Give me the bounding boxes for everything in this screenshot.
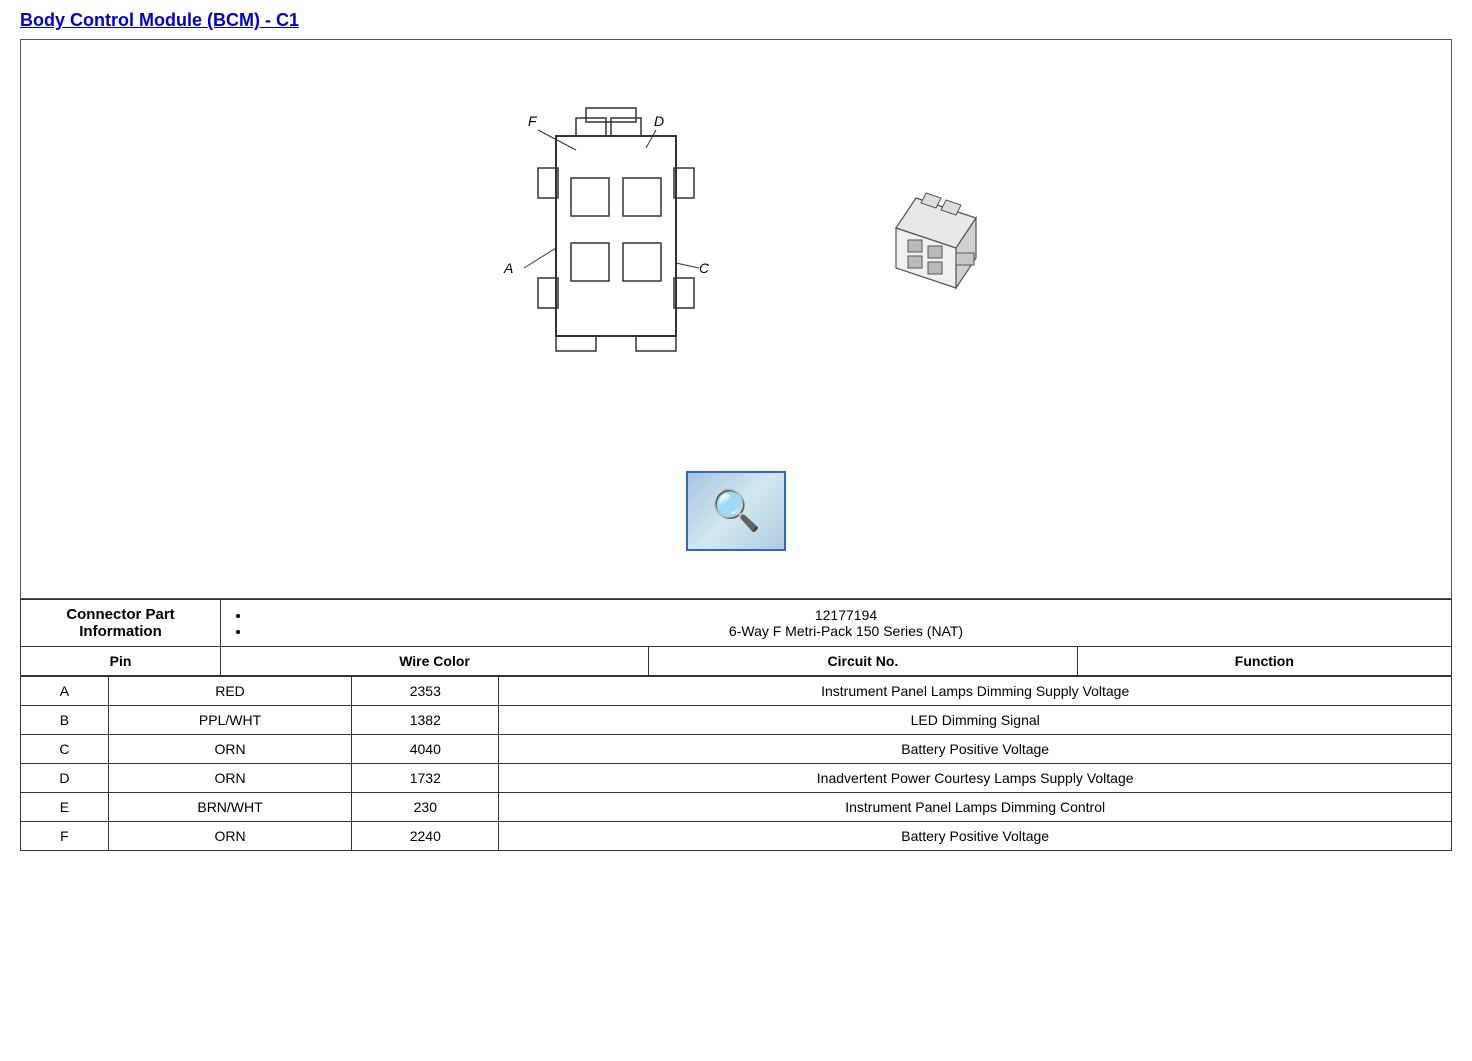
- connector-data-table: ARED2353Instrument Panel Lamps Dimming S…: [20, 676, 1452, 851]
- cell-pin: C: [21, 735, 109, 764]
- table-row: FORN2240Battery Positive Voltage: [21, 822, 1452, 851]
- cell-pin: E: [21, 793, 109, 822]
- col-header-circuit-no: Circuit No.: [649, 647, 1078, 676]
- cell-wire_color: ORN: [108, 822, 351, 851]
- cell-function: Instrument Panel Lamps Dimming Control: [499, 793, 1452, 822]
- cell-function: Inadvertent Power Courtesy Lamps Supply …: [499, 764, 1452, 793]
- cell-function: LED Dimming Signal: [499, 706, 1452, 735]
- connector-drawing: F D A C: [456, 88, 776, 431]
- svg-text:D: D: [654, 113, 664, 129]
- magnifier-icon: 🔍: [711, 487, 761, 534]
- table-row: DORN1732Inadvertent Power Courtesy Lamps…: [21, 764, 1452, 793]
- col-header-wire-color: Wire Color: [221, 647, 649, 676]
- cell-circuit_no: 2240: [352, 822, 499, 851]
- col-header-pin: Pin: [21, 647, 221, 676]
- connector-3d-drawing: [856, 178, 1016, 341]
- table-row: ARED2353Instrument Panel Lamps Dimming S…: [21, 677, 1452, 706]
- cell-pin: F: [21, 822, 109, 851]
- cell-circuit_no: 1382: [352, 706, 499, 735]
- cell-wire_color: PPL/WHT: [108, 706, 351, 735]
- svg-text:F: F: [528, 113, 538, 129]
- connector-info-label: Connector Part Information: [21, 600, 221, 647]
- cell-circuit_no: 1732: [352, 764, 499, 793]
- cell-wire_color: ORN: [108, 764, 351, 793]
- cell-circuit_no: 2353: [352, 677, 499, 706]
- page-title: Body Control Module (BCM) - C1: [20, 10, 1452, 31]
- col-header-function: Function: [1077, 647, 1451, 676]
- table-row: EBRN/WHT230Instrument Panel Lamps Dimmin…: [21, 793, 1452, 822]
- connector-table: Connector Part Information 12177194 6-Wa…: [20, 599, 1452, 676]
- cell-wire_color: ORN: [108, 735, 351, 764]
- table-row: CORN4040Battery Positive Voltage: [21, 735, 1452, 764]
- svg-text:C: C: [699, 260, 710, 276]
- table-row: BPPL/WHT1382LED Dimming Signal: [21, 706, 1452, 735]
- cell-pin: D: [21, 764, 109, 793]
- magnifier-button[interactable]: 🔍: [686, 471, 786, 551]
- cell-wire_color: BRN/WHT: [108, 793, 351, 822]
- cell-function: Battery Positive Voltage: [499, 735, 1452, 764]
- cell-function: Battery Positive Voltage: [499, 822, 1452, 851]
- svg-text:A: A: [503, 260, 513, 276]
- cell-pin: A: [21, 677, 109, 706]
- cell-circuit_no: 230: [352, 793, 499, 822]
- cell-pin: B: [21, 706, 109, 735]
- connector-info-value: 12177194 6-Way F Metri-Pack 150 Series (…: [221, 600, 1452, 647]
- cell-circuit_no: 4040: [352, 735, 499, 764]
- diagram-container: F D A C: [20, 39, 1452, 599]
- cell-function: Instrument Panel Lamps Dimming Supply Vo…: [499, 677, 1452, 706]
- cell-wire_color: RED: [108, 677, 351, 706]
